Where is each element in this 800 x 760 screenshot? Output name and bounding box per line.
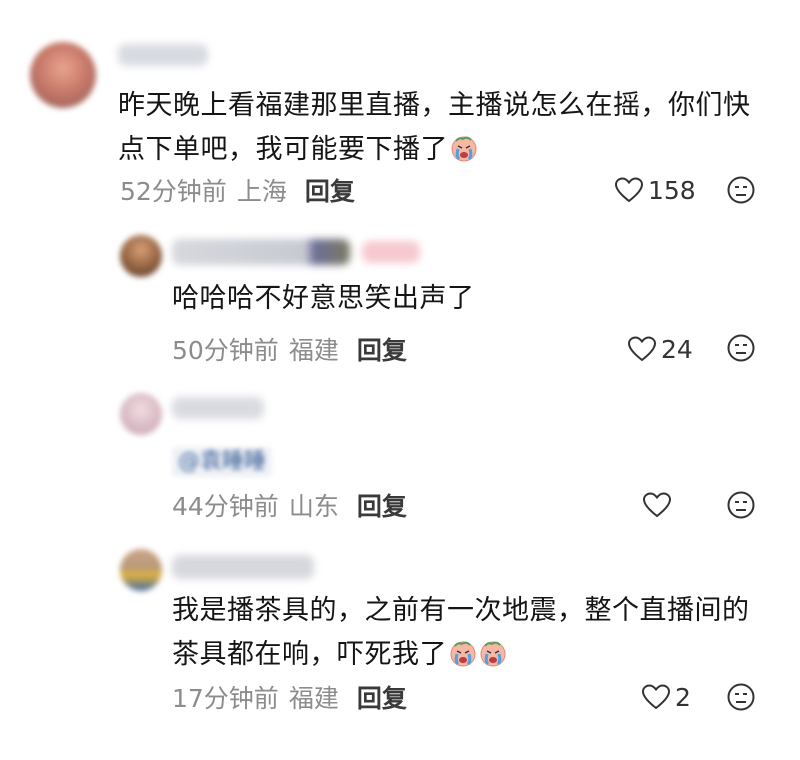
comment-item: 昨天晚上看福建那里直播，主播说怎么在摇，你们快点下单吧，我可能要下播了 52分钟… xyxy=(0,0,800,215)
crying-face-icon xyxy=(450,641,476,667)
heart-icon xyxy=(642,492,672,518)
like-count: 2 xyxy=(675,682,691,712)
comment-text: 昨天晚上看福建那里直播，主播说怎么在摇，你们快点下单吧，我可能要下播了 xyxy=(118,84,768,172)
like-button[interactable]: 24 xyxy=(627,331,693,367)
reply-item: 我是播茶具的，之前有一次地震，整个直播间的茶具都在响，吓死我了 17分钟前 福建… xyxy=(0,535,800,760)
comment-text: 我是播茶具的，之前有一次地震，整个直播间的茶具都在响，吓死我了 xyxy=(172,589,762,677)
reply-button[interactable]: 回复 xyxy=(357,679,407,715)
username-blurred[interactable] xyxy=(172,239,350,265)
comment-time: 50分钟前 xyxy=(172,336,279,365)
crying-face-icon xyxy=(480,641,506,667)
avatar[interactable] xyxy=(120,393,162,435)
dislike-face-icon[interactable] xyxy=(726,682,756,712)
like-button[interactable]: 2 xyxy=(641,679,691,715)
comment-location: 福建 xyxy=(288,336,339,365)
mention-link[interactable]: @袁睡睡 xyxy=(172,447,273,477)
dislike-face-icon[interactable] xyxy=(726,333,756,363)
comment-meta: 52分钟前 上海 回复 xyxy=(120,172,355,208)
comment-meta: 44分钟前 山东 回复 xyxy=(172,487,407,523)
reply-button[interactable]: 回复 xyxy=(305,172,355,208)
comment-location: 福建 xyxy=(288,684,339,713)
like-count: 24 xyxy=(661,334,693,364)
like-button[interactable] xyxy=(642,487,676,523)
comment-location: 上海 xyxy=(236,177,287,206)
comment-meta: 50分钟前 福建 回复 xyxy=(172,331,407,367)
like-button[interactable]: 158 xyxy=(614,172,696,208)
comment-text-content: 昨天晚上看福建那里直播，主播说怎么在摇，你们快点下单吧，我可能要下播了 xyxy=(118,90,751,165)
reply-button[interactable]: 回复 xyxy=(357,331,407,367)
crying-face-icon xyxy=(451,136,477,162)
username-blurred[interactable] xyxy=(118,44,208,66)
comment-time: 44分钟前 xyxy=(172,492,279,521)
comment-time: 52分钟前 xyxy=(120,177,227,206)
comment-text: 哈哈哈不好意思笑出声了 xyxy=(172,277,752,321)
reply-button[interactable]: 回复 xyxy=(357,487,407,523)
comment-text-content: 哈哈哈不好意思笑出声了 xyxy=(172,283,475,314)
dislike-face-icon[interactable] xyxy=(726,490,756,520)
dislike-face-icon[interactable] xyxy=(726,175,756,205)
comment-time: 17分钟前 xyxy=(172,684,279,713)
username-blurred[interactable] xyxy=(172,555,314,579)
reply-item: @袁睡睡 44分钟前 山东 回复 xyxy=(0,375,800,535)
avatar[interactable] xyxy=(120,549,162,591)
heart-icon xyxy=(627,336,657,362)
like-count: 158 xyxy=(648,175,696,205)
comment-meta: 17分钟前 福建 回复 xyxy=(172,679,407,715)
heart-icon xyxy=(614,177,644,203)
comment-location: 山东 xyxy=(288,492,339,521)
username-blurred[interactable] xyxy=(172,397,264,419)
avatar[interactable] xyxy=(120,235,162,277)
heart-icon xyxy=(641,684,671,710)
reply-item: 哈哈哈不好意思笑出声了 50分钟前 福建 回复 24 xyxy=(0,215,800,375)
user-badge-blurred xyxy=(362,241,420,263)
avatar[interactable] xyxy=(30,42,96,108)
